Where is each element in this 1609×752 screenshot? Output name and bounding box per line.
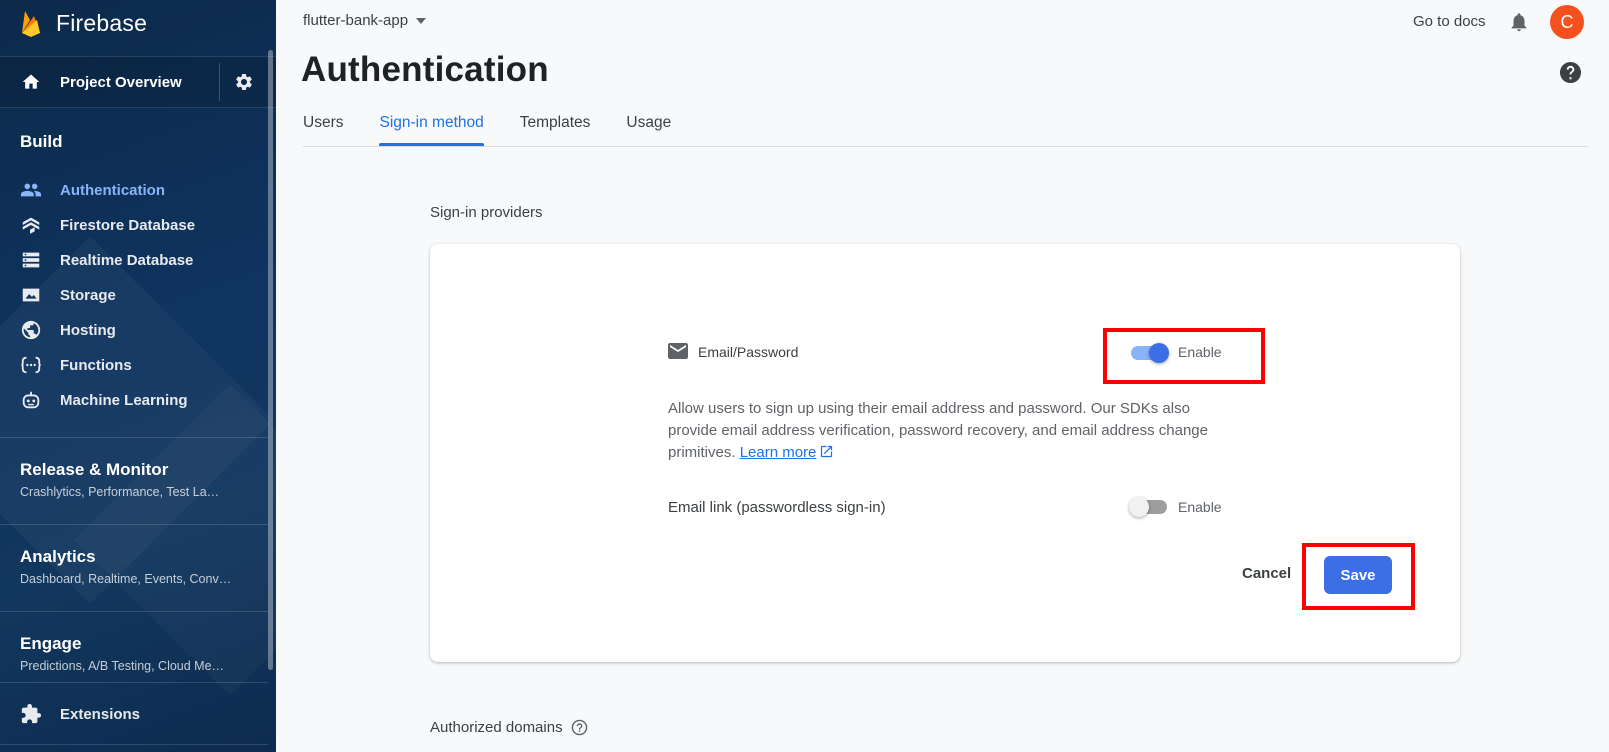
home-icon <box>22 74 40 89</box>
people-icon <box>20 179 42 201</box>
engage-section-title[interactable]: Engage <box>20 634 81 654</box>
tab-bar: Users Sign-in method Templates Usage <box>303 100 707 146</box>
divider <box>0 437 268 438</box>
sidebar-item-label: Functions <box>60 356 132 374</box>
database-icon <box>20 249 42 271</box>
chevron-down-icon <box>416 17 427 24</box>
help-outline-icon[interactable] <box>571 719 588 736</box>
sidebar-item-label: Firestore Database <box>60 216 196 234</box>
build-section-title[interactable]: Build <box>20 132 63 152</box>
external-link-icon[interactable] <box>819 444 834 459</box>
highlight-box-enable-toggle <box>1103 328 1265 384</box>
sidebar-item-storage[interactable]: Storage <box>0 278 268 312</box>
sidebar-item-extensions[interactable]: Extensions <box>0 697 268 731</box>
avatar[interactable]: C <box>1550 5 1584 39</box>
robot-icon <box>20 389 42 411</box>
sidebar-item-label: Authentication <box>60 181 165 199</box>
learn-more-link[interactable]: Learn more <box>740 444 817 461</box>
sidebar-item-machine-learning[interactable]: Machine Learning <box>0 383 268 417</box>
functions-icon <box>20 354 42 376</box>
project-overview-label: Project Overview <box>60 73 182 91</box>
tab-usage[interactable]: Usage <box>626 100 671 146</box>
go-to-docs-link[interactable]: Go to docs <box>1413 13 1486 30</box>
sidebar-item-realtime-database[interactable]: Realtime Database <box>0 243 268 277</box>
help-icon[interactable] <box>1559 61 1582 84</box>
project-overview-row[interactable]: Project Overview <box>0 56 276 108</box>
cancel-button[interactable]: Cancel <box>1242 565 1291 582</box>
page-title: Authentication <box>301 50 549 89</box>
divider <box>0 524 268 525</box>
email-password-label: Email/Password <box>698 344 799 360</box>
firebase-flame-icon <box>22 11 40 37</box>
tab-templates[interactable]: Templates <box>520 100 591 146</box>
authorized-domains-heading: Authorized domains <box>430 719 588 736</box>
email-password-description: Allow users to sign up using their email… <box>668 398 1228 464</box>
authorized-domains-label: Authorized domains <box>430 719 563 736</box>
sidebar-item-hosting[interactable]: Hosting <box>0 313 268 347</box>
release-monitor-section-title[interactable]: Release & Monitor <box>20 460 168 480</box>
engage-subtitle: Predictions, A/B Testing, Cloud Me… <box>20 659 225 673</box>
tab-users[interactable]: Users <box>303 100 343 146</box>
sidebar-item-label: Machine Learning <box>60 391 188 409</box>
sidebar-scrollbar[interactable] <box>268 50 273 670</box>
tabs-divider <box>303 146 1588 147</box>
brand[interactable]: Firebase <box>0 0 276 46</box>
gear-icon[interactable] <box>234 72 254 92</box>
divider <box>0 611 268 612</box>
project-name: flutter-bank-app <box>303 12 409 29</box>
project-selector[interactable]: flutter-bank-app <box>303 12 427 29</box>
analytics-section-title[interactable]: Analytics <box>20 547 96 567</box>
email-link-enable-toggle[interactable] <box>1129 497 1169 517</box>
sidebar-item-label: Extensions <box>60 705 141 723</box>
sidebar-item-label: Realtime Database <box>60 251 194 269</box>
email-envelope-icon <box>668 343 688 359</box>
divider <box>219 63 220 101</box>
tab-sign-in-method[interactable]: Sign-in method <box>379 100 485 146</box>
divider <box>0 744 268 745</box>
divider <box>0 682 268 683</box>
sidebar: Firebase Project Overview Build Authenti… <box>0 0 276 752</box>
email-link-enable-label: Enable <box>1178 499 1222 515</box>
email-link-label: Email link (passwordless sign-in) <box>668 499 886 516</box>
highlight-box-save-button <box>1302 543 1415 610</box>
brand-name: Firebase <box>56 9 148 36</box>
sidebar-item-authentication[interactable]: Authentication <box>0 173 268 207</box>
release-monitor-subtitle: Crashlytics, Performance, Test La… <box>20 485 220 499</box>
sign-in-providers-heading: Sign-in providers <box>430 204 543 221</box>
toggle-knob <box>1129 497 1149 517</box>
globe-icon <box>20 319 42 341</box>
extensions-icon <box>20 703 42 725</box>
firestore-icon <box>20 214 42 236</box>
image-icon <box>20 284 42 306</box>
analytics-subtitle: Dashboard, Realtime, Events, Conv… <box>20 572 232 586</box>
sidebar-item-functions[interactable]: Functions <box>0 348 268 382</box>
sidebar-item-label: Hosting <box>60 321 116 339</box>
sidebar-item-label: Storage <box>60 286 116 304</box>
sidebar-item-firestore[interactable]: Firestore Database <box>0 208 268 242</box>
notifications-bell-icon[interactable] <box>1508 10 1530 34</box>
